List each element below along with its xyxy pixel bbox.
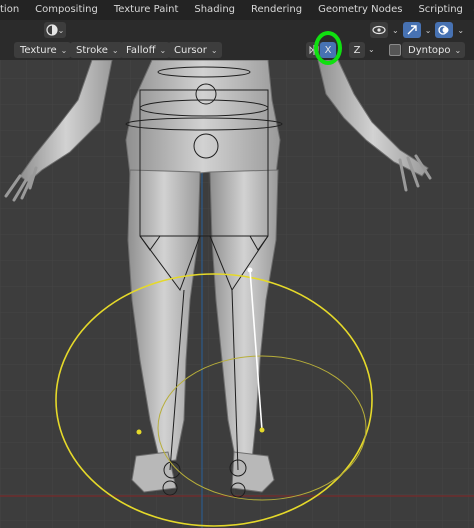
right-foot-mesh (231, 451, 275, 493)
texture-dropdown[interactable]: Texture ⌄ (14, 42, 72, 58)
sculpt-mode-button[interactable]: ⌄ (44, 22, 66, 38)
tab-compositing[interactable]: Compositing (27, 0, 106, 20)
tab-texture-paint[interactable]: Texture Paint (106, 0, 187, 20)
overlay-toggle-button[interactable] (435, 22, 454, 38)
viewport-header: ⌄ ⌄ ⌄ ⌄ (0, 20, 474, 40)
falloff-dropdown[interactable]: Falloff ⌄ (120, 42, 171, 58)
tab-geometry-nodes[interactable]: Geometry Nodes (310, 0, 410, 20)
symmetry-z-toggle[interactable]: Z (349, 42, 365, 58)
stroke-dropdown[interactable]: Stroke ⌄ (70, 42, 123, 58)
chevron-down-icon: ⌄ (111, 45, 119, 55)
falloff-dropdown-label: Falloff (126, 44, 156, 56)
cursor-dropdown-label: Cursor (174, 44, 207, 56)
dyntopo-label: Dyntopo (408, 44, 451, 56)
workspace-tabs-bar: tion Compositing Texture Paint Shading R… (0, 0, 474, 20)
tool-settings-bar: Texture ⌄ Stroke ⌄ Falloff ⌄ Cursor ⌄ X … (0, 40, 474, 60)
viewport-canvas[interactable] (0, 60, 474, 528)
tab-animation[interactable]: tion (0, 0, 27, 20)
left-foot-mesh (131, 451, 177, 493)
chevron-down-icon[interactable]: ⌄ (457, 26, 464, 35)
stroke-start-point (247, 267, 253, 273)
chevron-down-icon[interactable]: ⌄ (425, 26, 432, 35)
sculpt-mode-icon (46, 24, 58, 36)
cursor-dropdown[interactable]: Cursor ⌄ (168, 42, 222, 58)
gizmo-toggle-button[interactable] (402, 22, 421, 38)
chevron-down-icon[interactable]: ⌄ (392, 26, 399, 35)
dyntopo-dropdown[interactable]: Dyntopo ⌄ (402, 42, 466, 58)
chevron-down-icon: ⌄ (60, 45, 68, 55)
tab-shading[interactable]: Shading (186, 0, 243, 20)
symmetry-x-toggle[interactable]: X (320, 42, 336, 58)
overlay-icon (438, 25, 449, 35)
chevron-down-icon: ⌄ (210, 45, 218, 55)
gizmo-icon (407, 25, 417, 35)
torso-mesh (125, 60, 281, 179)
dyntopo-checkbox[interactable] (389, 44, 401, 56)
tab-scripting[interactable]: Scripting (410, 0, 470, 20)
stroke-dropdown-label: Stroke (76, 44, 108, 56)
texture-dropdown-label: Texture (20, 44, 57, 56)
3d-viewport[interactable] (0, 60, 474, 528)
mirror-icon (309, 45, 319, 55)
chevron-down-icon: ⌄ (57, 25, 65, 35)
visibility-button[interactable] (370, 22, 388, 38)
chevron-down-icon: ⌄ (159, 45, 167, 55)
stroke-end-point (259, 427, 265, 433)
chevron-down-icon[interactable]: ⌄ (368, 45, 375, 54)
brush-point (136, 429, 142, 435)
visibility-eye-icon (372, 25, 386, 35)
tab-rendering[interactable]: Rendering (243, 0, 310, 20)
chevron-down-icon: ⌄ (454, 45, 462, 55)
